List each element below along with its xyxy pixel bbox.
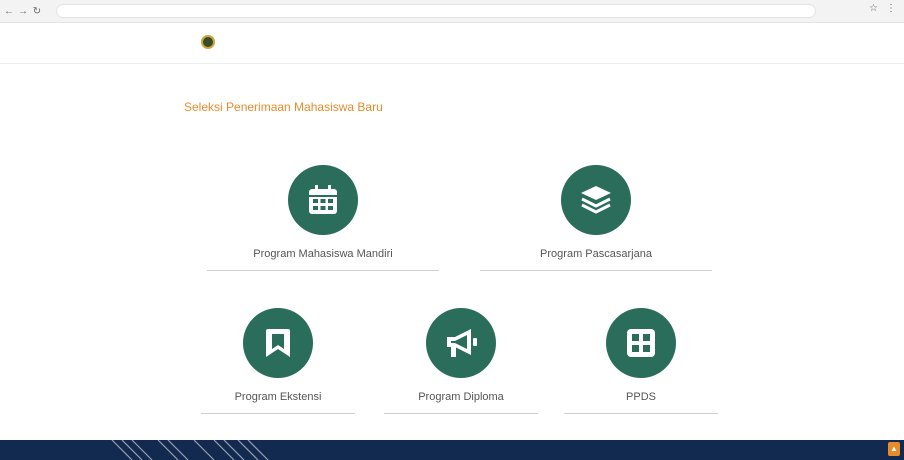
card-divider	[207, 270, 439, 271]
program-card-mandiri[interactable]: Program Mahasiswa Mandiri	[207, 165, 439, 271]
program-card-diploma[interactable]: Program Diploma	[384, 308, 538, 414]
card-divider	[384, 413, 538, 414]
browser-actions: ☆ ⋮	[869, 3, 896, 14]
back-button[interactable]: ←	[4, 6, 14, 17]
program-label: Program Diploma	[418, 391, 504, 403]
megaphone-icon	[426, 308, 496, 378]
program-label: Program Pascasarjana	[540, 248, 652, 260]
footer-stripes	[111, 440, 269, 460]
footer-band	[0, 440, 904, 460]
program-label: PPDS	[626, 391, 656, 403]
program-label: Program Mahasiswa Mandiri	[253, 248, 393, 260]
reload-button[interactable]: ↻	[32, 6, 42, 17]
bookmark-star-icon[interactable]: ☆	[869, 3, 878, 14]
card-divider	[480, 270, 712, 271]
menu-icon[interactable]: ⋮	[886, 3, 896, 14]
program-card-ekstensi[interactable]: Program Ekstensi	[201, 308, 355, 414]
forward-button[interactable]: →	[18, 6, 28, 17]
card-divider	[201, 413, 355, 414]
grid-icon	[606, 308, 676, 378]
calendar-icon	[288, 165, 358, 235]
site-logo[interactable]	[201, 35, 221, 49]
address-bar[interactable]	[56, 4, 816, 18]
scroll-to-top-button[interactable]: ▲	[888, 442, 900, 456]
program-card-pascasarjana[interactable]: Program Pascasarjana	[480, 165, 712, 271]
card-divider	[564, 413, 718, 414]
logo-emblem-icon	[201, 35, 215, 49]
page-title: Seleksi Penerimaan Mahasiswa Baru	[184, 100, 383, 114]
program-card-ppds[interactable]: PPDS	[564, 308, 718, 414]
program-label: Program Ekstensi	[234, 391, 322, 403]
bookmark-icon	[243, 308, 313, 378]
layers-icon	[561, 165, 631, 235]
site-header	[0, 23, 904, 64]
browser-toolbar: ← → ↻ ☆ ⋮	[0, 0, 904, 23]
